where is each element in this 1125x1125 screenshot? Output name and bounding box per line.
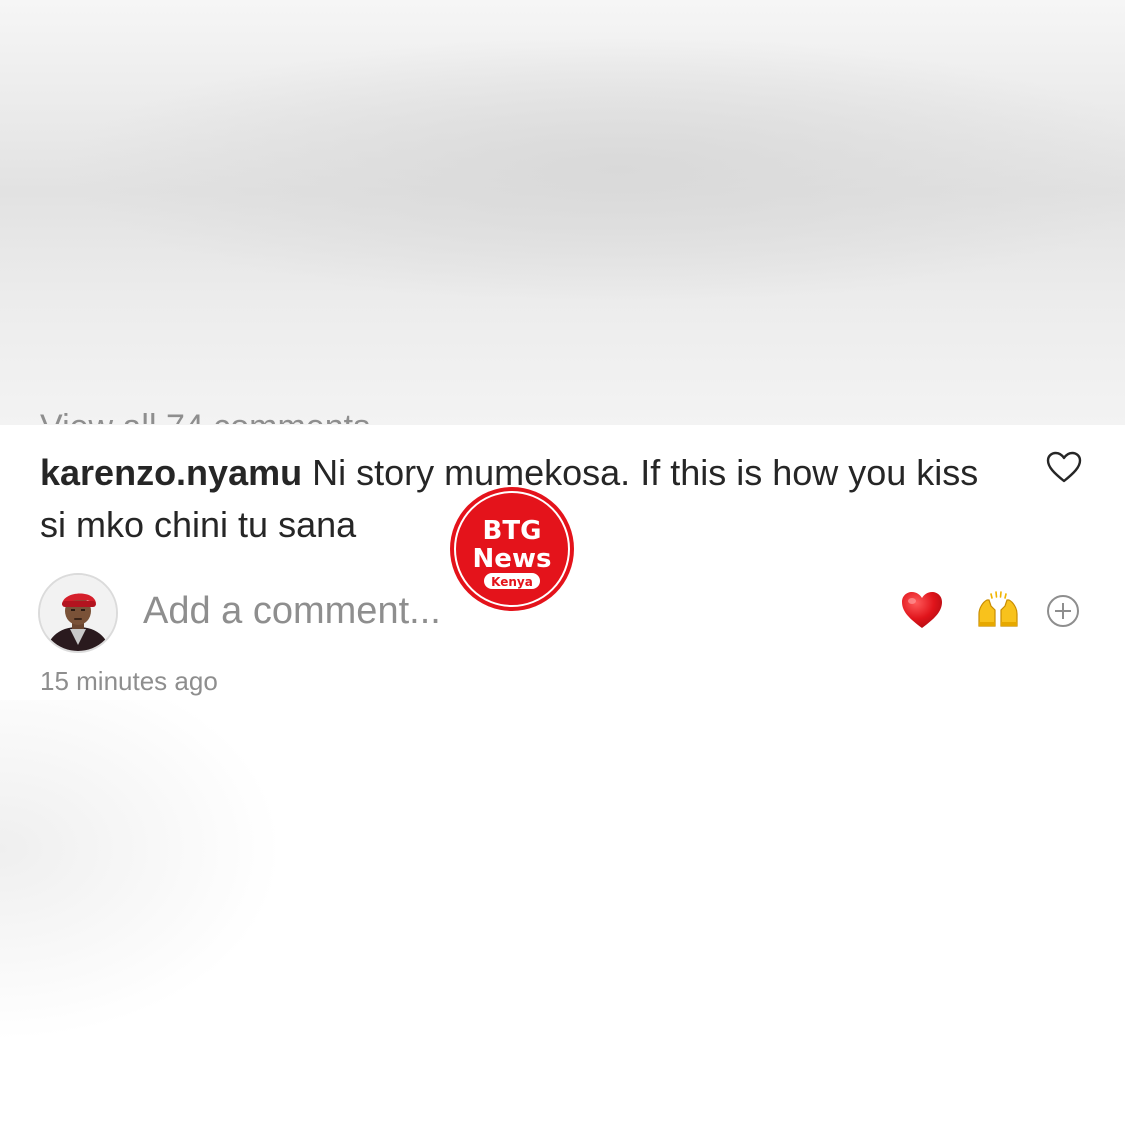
post-timestamp: 15 minutes ago: [40, 666, 218, 696]
logo-line-2: News: [473, 544, 552, 574]
avatar[interactable]: [38, 573, 118, 653]
raising-hands-emoji-icon[interactable]: [975, 590, 1021, 628]
post-screenshot: View all 74 comments karenzo.nyamu Ni st…: [0, 0, 1125, 1125]
comment-username[interactable]: karenzo.nyamu: [40, 452, 302, 493]
view-all-comments-link[interactable]: View all 74 comments: [40, 384, 370, 424]
logo-line-1: BTG: [483, 516, 542, 546]
background-fade: [0, 700, 1125, 1125]
blurred-media-area: [0, 0, 1125, 425]
heart-outline-icon[interactable]: [1046, 451, 1082, 483]
logo-line-3: Kenya: [491, 575, 533, 589]
plus-circle-icon[interactable]: [1046, 594, 1080, 628]
add-comment-input[interactable]: Add a comment...: [143, 590, 441, 633]
avatar-image: [40, 575, 116, 651]
red-heart-emoji-icon[interactable]: [900, 590, 944, 630]
btg-news-logo: BTG News Kenya: [450, 487, 574, 611]
view-all-comments-label[interactable]: View all 74 comments: [40, 408, 370, 424]
